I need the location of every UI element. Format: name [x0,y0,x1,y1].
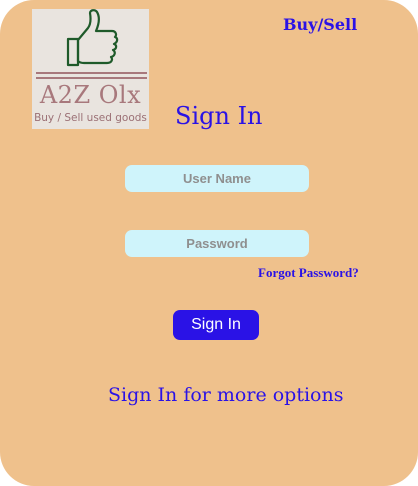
thumbs-up-icon [66,9,119,67]
page-title: Sign In [175,102,263,130]
signin-card: A2Z Olx Buy / Sell used goods Buy/Sell S… [0,0,418,486]
logo-tagline: Buy / Sell used goods [34,112,147,124]
forgot-password-link[interactable]: Forgot Password? [258,265,359,281]
logo-divider [36,72,147,74]
logo-divider [36,77,147,79]
buy-sell-link[interactable]: Buy/Sell [283,15,357,34]
logo-title: A2Z Olx [39,81,142,109]
more-options-link[interactable]: Sign In for more options [108,384,343,406]
app-logo: A2Z Olx Buy / Sell used goods [32,9,149,129]
password-input[interactable] [125,230,309,257]
username-input[interactable] [125,165,309,192]
sign-in-button[interactable]: Sign In [173,310,259,340]
